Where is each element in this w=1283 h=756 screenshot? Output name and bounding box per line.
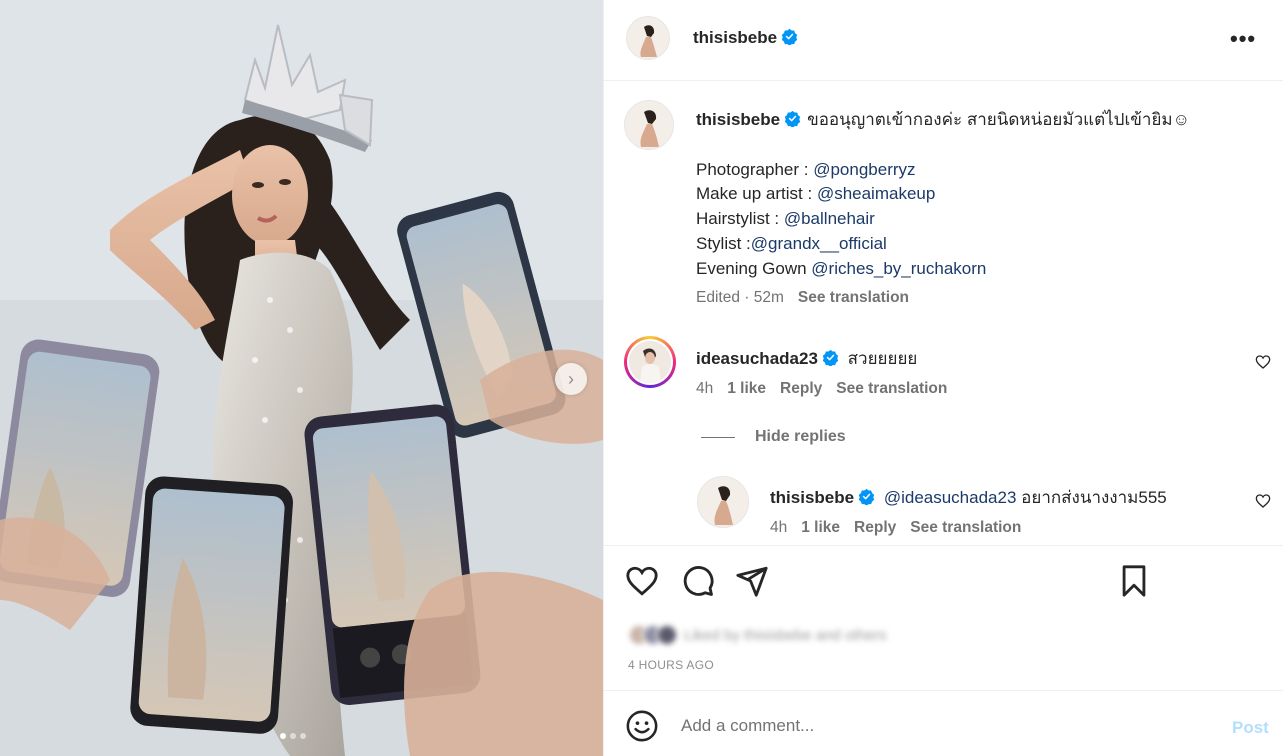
author-username[interactable]: thisisbebe <box>693 28 798 48</box>
post-dialog: › thisisbebe ••• thisisbebe ขออนุญาตเข้าก… <box>0 0 1283 756</box>
caption-username[interactable]: thisisbebe <box>696 110 780 129</box>
divider <box>701 436 735 438</box>
liked-by[interactable]: Liked by thisisbebe and others <box>628 624 887 646</box>
post-timestamp: 4 HOURS AGO <box>628 658 714 672</box>
credit-label: Hairstylist : <box>696 209 784 229</box>
reply-button[interactable]: Reply <box>854 519 896 536</box>
reply-item: thisisbebe @ideasuchada23 อยากส่งนางงาม5… <box>770 484 1167 511</box>
commenter-avatar[interactable] <box>624 336 676 388</box>
reply-age: 4h <box>770 519 788 536</box>
credit-line: Evening Gown @riches_by_ruchakorn <box>696 257 1256 282</box>
more-icon[interactable]: ••• <box>1230 26 1256 52</box>
emoji-icon[interactable] <box>625 709 659 743</box>
comment-icon[interactable] <box>681 564 715 598</box>
credit-label: Evening Gown <box>696 258 812 278</box>
carousel-dot-1 <box>280 733 286 739</box>
credit-label: Make up artist : <box>696 184 817 204</box>
post-header: thisisbebe ••• <box>604 0 1283 81</box>
post-photo <box>0 0 603 756</box>
credit-line: Make up artist : @sheaimakeup <box>696 182 1256 207</box>
bookmark-icon[interactable] <box>1117 564 1151 598</box>
caption-avatar[interactable] <box>624 100 674 150</box>
caption-meta: Edited · 52m See translation <box>696 289 910 306</box>
caption-credits: Photographer : @pongberryz Make up artis… <box>696 158 1256 282</box>
credit-line: Photographer : @pongberryz <box>696 158 1256 183</box>
comment-input[interactable] <box>681 713 1211 739</box>
verified-icon <box>822 349 839 366</box>
verified-icon <box>781 28 798 45</box>
see-translation-button[interactable]: See translation <box>798 289 909 306</box>
post-caption: thisisbebe ขออนุญาตเข้ากองค่ะ สายนิดหน่อย… <box>696 108 1256 281</box>
reply-likes[interactable]: 1 like <box>801 519 840 536</box>
credit-label: Photographer : <box>696 159 814 179</box>
comment-composer: Post <box>604 690 1283 756</box>
mention-link[interactable]: @ideasuchada23 <box>884 488 1017 507</box>
caption-first-line: thisisbebe ขออนุญาตเข้ากองค่ะ สายนิดหน่อย… <box>696 108 1256 133</box>
carousel-dot-2 <box>290 733 296 739</box>
mention-link[interactable]: @pongberryz <box>813 160 915 179</box>
hide-replies-label: Hide replies <box>755 428 846 445</box>
reply-avatar[interactable] <box>697 476 749 528</box>
credit-label: Stylist : <box>696 233 751 253</box>
heart-icon[interactable] <box>1255 354 1271 370</box>
mention-link[interactable]: @riches_by_ruchakorn <box>811 259 986 278</box>
chevron-right-icon: › <box>568 368 574 389</box>
credit-line: Hairstylist : @ballnehair <box>696 207 1256 232</box>
mention-link[interactable]: @sheaimakeup <box>817 184 935 203</box>
comment-age: 4h <box>696 380 714 397</box>
carousel-dot-3 <box>300 733 306 739</box>
reply-meta: 4h 1 like Reply See translation <box>770 519 1035 537</box>
post-actions: Liked by thisisbebe and others 4 HOURS A… <box>604 545 1283 690</box>
comment-item: ideasuchada23 สวยยยยย <box>696 345 917 372</box>
author-avatar[interactable] <box>626 16 670 60</box>
mention-link[interactable]: @ballnehair <box>784 209 875 228</box>
credit-line: Stylist :@grandx__official <box>696 232 1256 257</box>
verified-icon <box>858 488 875 505</box>
post-sidebar: thisisbebe ••• thisisbebe ขออนุญาตเข้ากอง… <box>603 0 1283 756</box>
see-translation-button[interactable]: See translation <box>910 519 1021 536</box>
carousel-indicator <box>280 733 306 739</box>
heart-icon[interactable] <box>1255 493 1271 509</box>
comment-username[interactable]: ideasuchada23 <box>696 349 818 368</box>
carousel-next-button[interactable]: › <box>555 363 587 395</box>
reply-button[interactable]: Reply <box>780 380 822 397</box>
reply-username[interactable]: thisisbebe <box>770 488 854 507</box>
comment-likes[interactable]: 1 like <box>727 380 766 397</box>
author-username-text[interactable]: thisisbebe <box>693 28 777 47</box>
comment-text: สวยยยยย <box>847 349 918 368</box>
verified-icon <box>784 110 801 127</box>
heart-icon[interactable] <box>625 564 659 598</box>
hide-replies-button[interactable]: Hide replies <box>701 428 846 446</box>
post-media: › <box>0 0 603 756</box>
mention-link[interactable]: @grandx__official <box>751 234 887 253</box>
see-translation-button[interactable]: See translation <box>836 380 947 397</box>
post-comment-button[interactable]: Post <box>1232 718 1269 738</box>
comment-meta: 4h 1 like Reply See translation <box>696 380 961 398</box>
share-icon[interactable] <box>735 564 769 598</box>
edited-label: Edited <box>696 289 740 306</box>
liked-by-text: Liked by thisisbebe and others <box>684 626 887 644</box>
caption-text: ขออนุญาตเข้ากองค่ะ สายนิดหน่อยมัวแต่ไปเข… <box>807 110 1190 129</box>
caption-age: 52m <box>753 289 784 306</box>
reply-text: อยากส่งนางงาม555 <box>1021 488 1167 507</box>
